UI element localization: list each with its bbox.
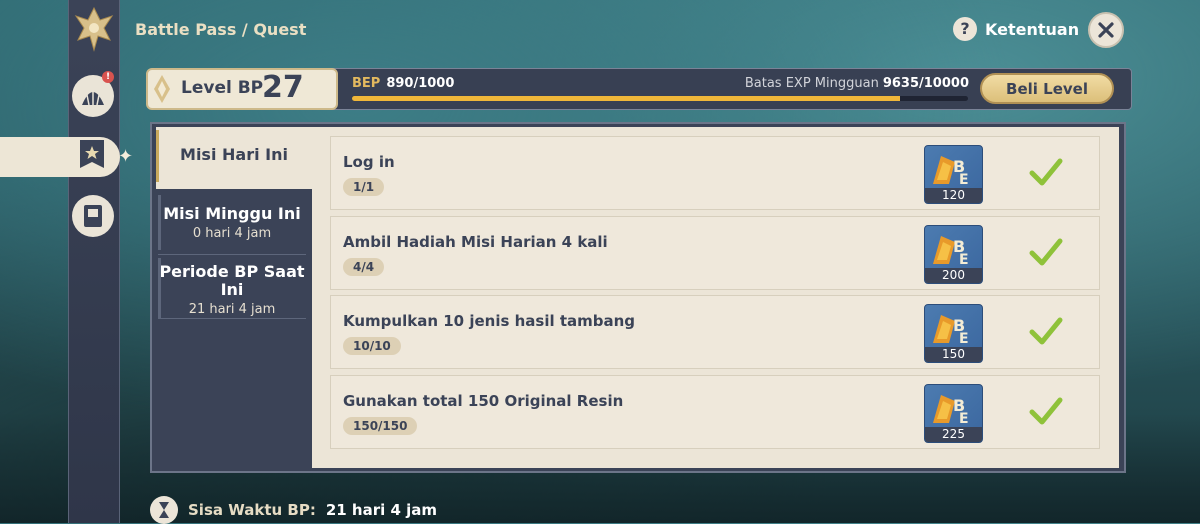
bp-time-value: 21 hari 4 jam xyxy=(325,501,438,519)
quest-banner-icon[interactable] xyxy=(78,138,106,174)
checkmark-icon xyxy=(1029,158,1063,186)
tab-weekly[interactable]: Misi Minggu Ini 0 hari 4 jam xyxy=(158,204,306,242)
bp-exp-icon: BE xyxy=(933,315,969,345)
quest-row: Gunakan total 150 Original Resin 150/150 B… xyxy=(330,375,1100,449)
letter-icon xyxy=(84,205,102,227)
tab-weekly-label: Misi Minggu Ini xyxy=(163,204,301,223)
reward-quantity: 225 xyxy=(925,427,982,442)
bp-exp-icon: BE xyxy=(933,395,969,425)
svg-text:E: E xyxy=(959,331,969,345)
reward-item[interactable]: B E 200 xyxy=(924,225,983,284)
reward-item[interactable]: B E 225 xyxy=(924,384,983,443)
tab-weekly-edge xyxy=(158,195,161,250)
bep-label: BEP xyxy=(352,76,381,91)
checkmark-icon xyxy=(1029,238,1063,266)
paimon-emblem-icon xyxy=(74,6,114,52)
notification-badge: ! xyxy=(102,71,114,83)
checkmark-icon xyxy=(1029,317,1063,345)
weekly-limit-readout: Batas EXP Mingguan 9635/10000 xyxy=(745,76,969,91)
bp-exp-icon: BE xyxy=(933,156,969,186)
breadcrumb: Battle Pass / Quest xyxy=(135,20,307,39)
close-button[interactable] xyxy=(1088,12,1124,48)
tab-period-remaining: 21 hari 4 jam xyxy=(188,302,276,317)
reward-item[interactable]: B E 150 xyxy=(924,304,983,363)
quest-row: Kumpulkan 10 jenis hasil tambang 10/10 B E 1… xyxy=(330,295,1100,369)
svg-text:E: E xyxy=(959,411,969,425)
tab-divider xyxy=(158,318,306,319)
bep-value: 890/1000 xyxy=(386,76,455,91)
bp-time-label: Sisa Waktu BP: xyxy=(188,501,316,519)
bp-exp-icon: BE xyxy=(933,236,969,266)
svg-text:E: E xyxy=(959,172,969,186)
quest-name: Gunakan total 150 Original Resin xyxy=(343,392,624,410)
tab-period-edge xyxy=(158,258,161,318)
shell-icon xyxy=(82,89,104,106)
quest-progress: 4/4 xyxy=(343,258,385,276)
bep-progress-fill xyxy=(352,96,901,101)
quest-name: Log in xyxy=(343,153,395,171)
bp-time-remaining: Sisa Waktu BP: 21 hari 4 jam xyxy=(150,496,437,524)
weekly-label: Batas EXP Mingguan xyxy=(744,76,879,91)
tab-period-label: Periode BP Saat Ini xyxy=(159,262,305,299)
bep-progress-bar xyxy=(352,96,968,101)
bep-readout: BEP 890/1000 xyxy=(352,76,454,91)
rail-letter-button[interactable] xyxy=(72,195,114,237)
reward-quantity: 150 xyxy=(925,347,982,362)
level-ornament-icon xyxy=(154,75,170,103)
sparkle-icon: ✦ xyxy=(118,146,134,167)
tab-daily-label: Misi Hari Ini xyxy=(180,145,288,164)
level-label: Level BP xyxy=(181,78,264,98)
quest-row: Log in 1/1 B E 120 xyxy=(330,136,1100,210)
help-button[interactable]: ? Ketentuan xyxy=(953,17,1079,41)
reward-quantity: 120 xyxy=(925,188,982,203)
weekly-value: 9635/10000 xyxy=(882,76,969,91)
level-value: 27 xyxy=(262,70,304,105)
quest-row: Ambil Hadiah Misi Harian 4 kali 4/4 B E 200 xyxy=(330,216,1100,290)
checkmark-icon xyxy=(1029,397,1063,425)
tab-weekly-remaining: 0 hari 4 jam xyxy=(192,226,272,241)
tab-period[interactable]: Periode BP Saat Ini 21 hari 4 jam xyxy=(158,262,306,318)
quest-progress: 150/150 xyxy=(343,417,418,435)
tab-divider xyxy=(158,254,306,255)
help-label: Ketentuan xyxy=(985,19,1080,39)
reward-quantity: 200 xyxy=(925,268,982,283)
question-icon: ? xyxy=(953,17,977,41)
reward-item[interactable]: B E 120 xyxy=(924,145,983,204)
quest-progress: 1/1 xyxy=(343,178,385,196)
svg-text:E: E xyxy=(959,252,969,266)
buy-level-button[interactable]: Beli Level xyxy=(980,73,1114,104)
quest-name: Ambil Hadiah Misi Harian 4 kali xyxy=(343,233,608,251)
hourglass-icon xyxy=(150,496,178,524)
quest-name: Kumpulkan 10 jenis hasil tambang xyxy=(343,312,636,330)
quest-progress: 10/10 xyxy=(343,337,401,355)
close-icon xyxy=(1098,22,1114,38)
